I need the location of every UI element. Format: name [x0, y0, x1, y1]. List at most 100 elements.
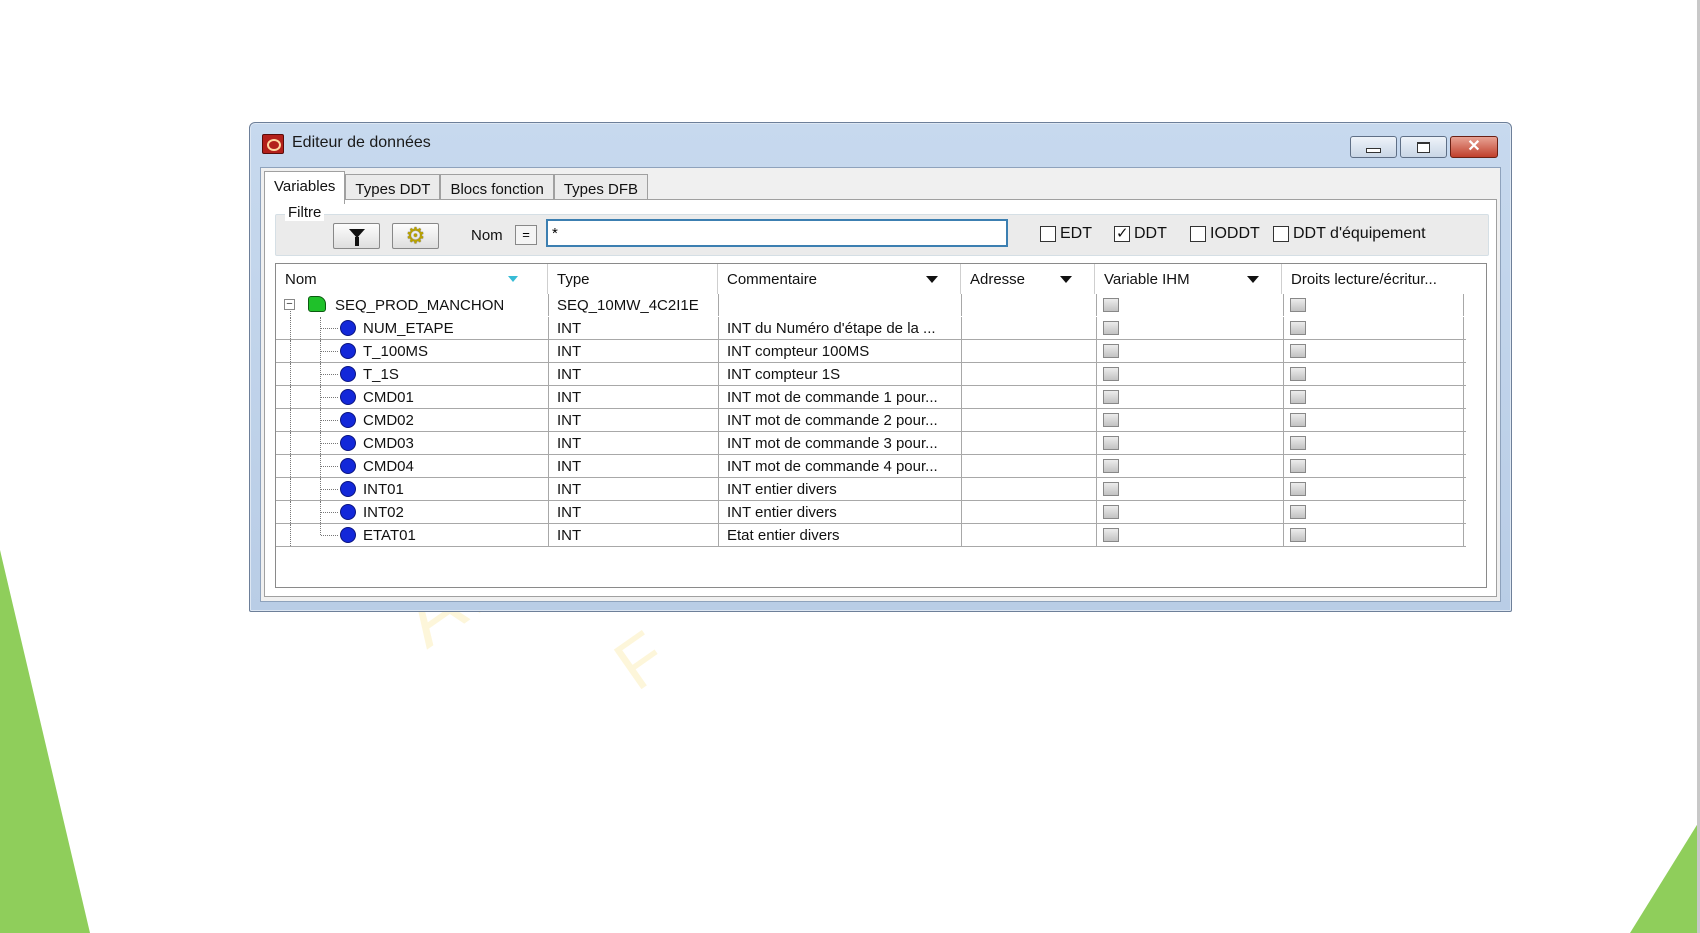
table-row[interactable]: CMD03 INT INT mot de commande 3 pour...: [276, 432, 1466, 455]
table-row[interactable]: NUM_ETAPE INT INT du Numéro d'étape de la …: [276, 317, 1466, 340]
cell-ihm: [1097, 386, 1284, 408]
minimize-button[interactable]: [1350, 136, 1397, 158]
cell-rights: [1284, 363, 1464, 385]
rights-checkbox-icon[interactable]: [1290, 459, 1306, 473]
ihm-checkbox-icon[interactable]: [1103, 505, 1119, 519]
rights-checkbox-icon[interactable]: [1290, 321, 1306, 335]
cell-rights: [1284, 409, 1464, 431]
structure-icon: [308, 296, 326, 312]
element-icon: [340, 343, 356, 359]
grid-rows: − SEQ_PROD_MANCHON SEQ_10MW_4C2I1E NUM_E…: [276, 294, 1466, 547]
table-row[interactable]: CMD02 INT INT mot de commande 2 pour...: [276, 409, 1466, 432]
rights-checkbox-icon[interactable]: [1290, 528, 1306, 542]
variable-name: CMD02: [363, 412, 414, 429]
maximize-button[interactable]: [1400, 136, 1447, 158]
column-header-type[interactable]: Type: [548, 264, 718, 294]
filter-settings-button[interactable]: ⚙: [392, 223, 439, 249]
cell-name: − SEQ_PROD_MANCHON: [276, 294, 549, 316]
data-editor-window: Editeur de données ✕ Variables Types DDT…: [249, 122, 1512, 612]
cell-name: NUM_ETAPE: [276, 317, 549, 339]
ihm-checkbox-icon[interactable]: [1103, 298, 1119, 312]
checkbox-ddt-box[interactable]: [1114, 224, 1130, 242]
tree-connector: [321, 351, 338, 352]
checkbox-ddt-equipement-box[interactable]: [1273, 226, 1289, 242]
ihm-checkbox-icon[interactable]: [1103, 459, 1119, 473]
grid-header: Nom Type Commentaire Adresse Variable IH…: [276, 264, 1486, 294]
column-header-nom[interactable]: Nom: [276, 264, 548, 294]
checkbox-ddt-equipement[interactable]: DDT d'équipement: [1273, 225, 1426, 243]
equals-operator-button[interactable]: =: [515, 225, 537, 245]
cell-name: CMD04: [276, 455, 549, 477]
element-icon: [340, 527, 356, 543]
column-header-adresse[interactable]: Adresse: [961, 264, 1095, 294]
checkbox-ioddt[interactable]: IODDT: [1190, 225, 1260, 243]
table-row[interactable]: CMD04 INT INT mot de commande 4 pour...: [276, 455, 1466, 478]
cell-rights: [1284, 340, 1464, 362]
rights-checkbox-icon[interactable]: [1290, 344, 1306, 358]
cell-rights: [1284, 478, 1464, 500]
cell-rights: [1284, 501, 1464, 523]
ihm-checkbox-icon[interactable]: [1103, 436, 1119, 450]
tree-connector: [290, 524, 291, 546]
rights-checkbox-icon[interactable]: [1290, 367, 1306, 381]
rights-checkbox-icon[interactable]: [1290, 390, 1306, 404]
table-row[interactable]: T_100MS INT INT compteur 100MS: [276, 340, 1466, 363]
checkbox-edt-box[interactable]: [1040, 226, 1056, 242]
checkbox-ddt[interactable]: DDT: [1114, 224, 1167, 243]
tree-connector: [290, 386, 291, 408]
rights-checkbox-icon[interactable]: [1290, 482, 1306, 496]
column-dropdown-icon[interactable]: [926, 276, 938, 283]
rights-checkbox-icon[interactable]: [1290, 436, 1306, 450]
column-dropdown-icon[interactable]: [1060, 276, 1072, 283]
minimize-icon: [1366, 147, 1381, 153]
sort-indicator-icon: [508, 276, 518, 282]
rights-checkbox-icon[interactable]: [1290, 298, 1306, 312]
tab-variables[interactable]: Variables: [264, 171, 346, 204]
element-icon: [340, 504, 356, 520]
table-row-root[interactable]: − SEQ_PROD_MANCHON SEQ_10MW_4C2I1E: [276, 294, 1466, 317]
cell-comment: INT mot de commande 1 pour...: [719, 386, 962, 408]
cell-address: [962, 317, 1097, 339]
table-row[interactable]: CMD01 INT INT mot de commande 1 pour...: [276, 386, 1466, 409]
cell-ihm: [1097, 363, 1284, 385]
ihm-checkbox-icon[interactable]: [1103, 344, 1119, 358]
column-header-commentaire[interactable]: Commentaire: [718, 264, 961, 294]
tree-connector: [290, 478, 291, 500]
checkbox-edt[interactable]: EDT: [1040, 225, 1092, 243]
gears-icon: ⚙: [405, 223, 426, 248]
column-header-variable-ihm[interactable]: Variable IHM: [1095, 264, 1282, 294]
ihm-checkbox-icon[interactable]: [1103, 390, 1119, 404]
cell-ihm: [1097, 317, 1284, 339]
cell-name: CMD03: [276, 432, 549, 454]
cell-type: INT: [549, 363, 719, 385]
column-header-droits[interactable]: Droits lecture/écritur...: [1282, 264, 1462, 294]
column-dropdown-icon[interactable]: [1247, 276, 1259, 283]
rights-checkbox-icon[interactable]: [1290, 505, 1306, 519]
tree-connector: [321, 535, 338, 536]
close-button[interactable]: ✕: [1450, 136, 1498, 158]
tree-connector: [290, 432, 291, 454]
ihm-checkbox-icon[interactable]: [1103, 413, 1119, 427]
ihm-checkbox-icon[interactable]: [1103, 367, 1119, 381]
checkbox-ioddt-box[interactable]: [1190, 226, 1206, 242]
ihm-checkbox-icon[interactable]: [1103, 321, 1119, 335]
window-client: Variables Types DDT Blocs fonction Types…: [260, 167, 1501, 602]
filter-button[interactable]: [333, 223, 380, 249]
name-filter-input[interactable]: [546, 219, 1008, 247]
collapse-toggle-icon[interactable]: −: [284, 299, 295, 310]
table-row[interactable]: INT01 INT INT entier divers: [276, 478, 1466, 501]
cell-type: INT: [549, 432, 719, 454]
title-bar[interactable]: Editeur de données ✕: [250, 123, 1511, 158]
ihm-checkbox-icon[interactable]: [1103, 482, 1119, 496]
rights-checkbox-icon[interactable]: [1290, 413, 1306, 427]
tree-connector: [290, 340, 291, 362]
ihm-checkbox-icon[interactable]: [1103, 528, 1119, 542]
cell-name: ETAT01: [276, 524, 549, 546]
table-row[interactable]: INT02 INT INT entier divers: [276, 501, 1466, 524]
table-row[interactable]: ETAT01 INT Etat entier divers: [276, 524, 1466, 547]
cell-type: INT: [549, 409, 719, 431]
cell-address: [962, 363, 1097, 385]
cell-rights: [1284, 294, 1464, 316]
table-row[interactable]: T_1S INT INT compteur 1S: [276, 363, 1466, 386]
cell-name: T_100MS: [276, 340, 549, 362]
